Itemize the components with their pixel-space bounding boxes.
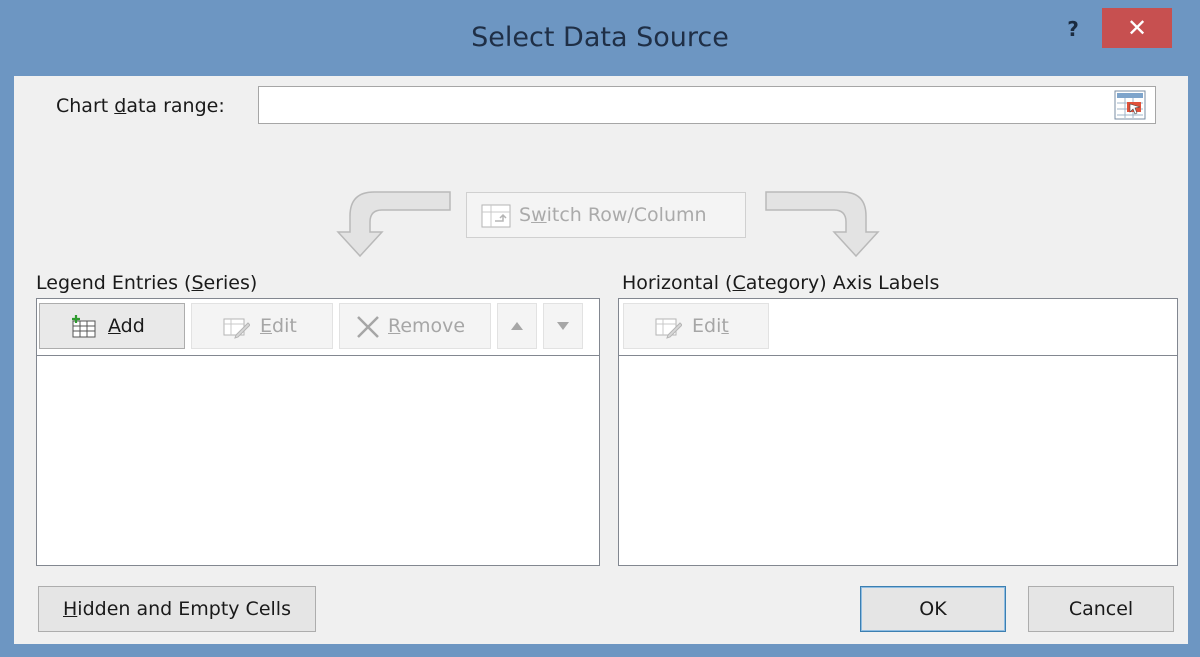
add-series-label: Add [108,315,145,337]
dialog-title: Select Data Source [471,22,729,53]
help-button[interactable]: ? [1058,14,1088,44]
move-down-button[interactable] [543,303,583,349]
edit-table-icon [222,315,251,339]
left-curved-arrow-icon [336,191,451,258]
cancel-button[interactable]: Cancel [1028,586,1174,632]
title-bar: Select Data Source ? ✕ [0,0,1200,76]
axis-labels-list[interactable] [619,356,1177,565]
add-series-button[interactable]: Add [39,303,185,349]
switch-row-column-button[interactable]: Switch Row/Column [466,192,746,238]
remove-x-icon [354,315,382,339]
up-triangle-icon [511,322,523,330]
edit-axis-labels-button[interactable]: Edit [623,303,769,349]
switch-row-column-label: Switch Row/Column [519,204,707,226]
right-curved-arrow-icon [765,191,880,258]
select-data-source-dialog: Select Data Source ? ✕ Chart data range: [0,0,1200,657]
edit-table-icon [654,315,683,339]
edit-axis-labels-label: Edit [692,315,729,337]
chart-data-range-label: Chart data range: [56,95,225,117]
axis-labels-panel: Edit [618,298,1178,566]
legend-entries-list[interactable] [37,356,599,565]
remove-series-label: Remove [388,315,466,337]
switch-row-column-icon [481,204,511,228]
dialog-body: Chart data range: Switch Row/Column Lege… [14,76,1188,644]
axis-labels-toolbar: Edit [619,299,1177,356]
edit-series-label: Edit [260,315,297,337]
down-triangle-icon [557,322,569,330]
edit-series-button[interactable]: Edit [191,303,333,349]
remove-series-button[interactable]: Remove [339,303,491,349]
move-up-button[interactable] [497,303,537,349]
chart-data-range-input[interactable] [258,86,1156,124]
hidden-and-empty-cells-button[interactable]: Hidden and Empty Cells [38,586,316,632]
legend-entries-panel: Add Edit Remove [36,298,600,566]
axis-labels-label: Horizontal (Category) Axis Labels [622,272,940,294]
legend-entries-label: Legend Entries (Series) [36,272,258,294]
ok-button[interactable]: OK [860,586,1006,632]
legend-entries-toolbar: Add Edit Remove [37,299,599,356]
add-table-icon [70,315,98,339]
range-selector-icon[interactable] [1114,90,1146,120]
close-button[interactable]: ✕ [1102,8,1172,48]
